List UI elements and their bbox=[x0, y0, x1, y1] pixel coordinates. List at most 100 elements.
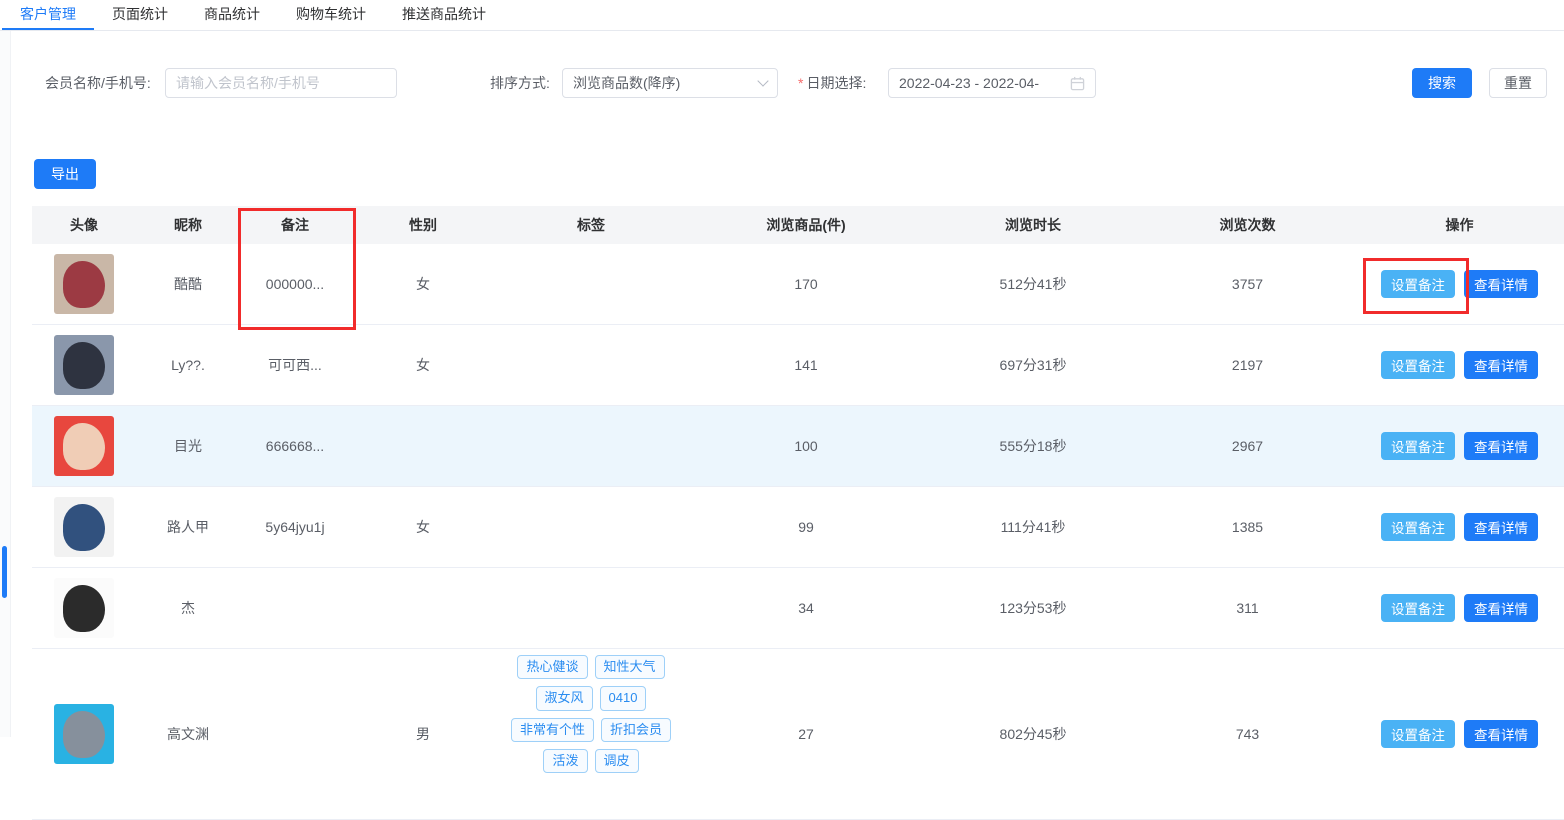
remark-cell: 5y64jyu1j bbox=[265, 519, 325, 535]
scrollbar-thumb[interactable] bbox=[2, 546, 7, 598]
member-name-label: 会员名称/手机号: bbox=[45, 75, 151, 91]
chevron-down-icon bbox=[757, 75, 769, 87]
avatar-image bbox=[63, 423, 105, 470]
avatar-image bbox=[63, 585, 105, 632]
view-duration-cell: 111分41秒 bbox=[1000, 519, 1066, 535]
viewed-items-cell: 100 bbox=[794, 438, 818, 454]
avatar-image bbox=[63, 342, 105, 389]
actions-cell: 设置备注 查看详情 bbox=[1355, 325, 1564, 405]
remark-cell: 可可西... bbox=[268, 357, 322, 373]
viewed-items-cell: 34 bbox=[798, 600, 814, 616]
column-header-9: 操作 bbox=[1445, 217, 1474, 233]
viewed-items-cell: 141 bbox=[794, 357, 818, 373]
tab-bar: 客户管理 页面统计 商品统计 购物车统计 推送商品统计 bbox=[0, 0, 1564, 31]
date-range-value: 2022-04-23 - 2022-04- bbox=[899, 75, 1040, 91]
set-remark-button[interactable]: 设置备注 bbox=[1381, 270, 1455, 298]
tag: 知性大气 bbox=[594, 655, 665, 680]
view-detail-button[interactable]: 查看详情 bbox=[1464, 513, 1538, 541]
tag: 活泼 bbox=[543, 748, 588, 773]
column-header-6: 浏览商品(件) bbox=[766, 217, 846, 233]
nickname-cell: 路人甲 bbox=[167, 519, 209, 535]
export-button[interactable]: 导出 bbox=[34, 159, 96, 189]
left-sidebar-strip bbox=[0, 31, 11, 737]
avatar bbox=[54, 335, 114, 395]
date-label: * 日期选择: bbox=[798, 75, 867, 91]
gender-cell: 女 bbox=[416, 276, 430, 292]
sort-label: 排序方式: bbox=[490, 75, 550, 91]
tag: 折扣会员 bbox=[601, 717, 672, 742]
view-duration-cell: 802分45秒 bbox=[999, 726, 1067, 742]
nickname-cell: 目光 bbox=[174, 438, 202, 454]
avatar bbox=[54, 704, 114, 764]
view-count-cell: 2197 bbox=[1231, 357, 1264, 373]
view-duration-cell: 697分31秒 bbox=[999, 357, 1067, 373]
view-duration-cell: 555分18秒 bbox=[999, 438, 1067, 454]
nickname-cell: 高文渊 bbox=[167, 726, 209, 742]
tab-3[interactable]: 商品统计 bbox=[186, 0, 278, 30]
customer-table: 头像 昵称 备注 性别 标签 浏览商品(件) 浏览时长 浏览次数 操作 酷酷 000000...… bbox=[32, 206, 1564, 820]
tags-cell: 热心健谈 知性大气 淑女风 0410 非常有个性 折扣会员 活泼 调皮 bbox=[505, 655, 677, 773]
avatar-image bbox=[63, 711, 105, 758]
actions-cell: 设置备注 查看详情 bbox=[1355, 487, 1564, 567]
set-remark-button[interactable]: 设置备注 bbox=[1381, 594, 1455, 622]
nickname-cell: 杰 bbox=[181, 600, 195, 616]
view-duration-cell: 123分53秒 bbox=[999, 600, 1067, 616]
table-body: 酷酷 000000... 女 170 512分41秒 3757 设置备注 查看详… bbox=[32, 244, 1564, 820]
view-detail-button[interactable]: 查看详情 bbox=[1464, 432, 1538, 460]
set-remark-button[interactable]: 设置备注 bbox=[1381, 513, 1455, 541]
table-row: 酷酷 000000... 女 170 512分41秒 3757 设置备注 查看详… bbox=[32, 244, 1564, 325]
view-count-cell: 3757 bbox=[1231, 276, 1264, 292]
set-remark-button[interactable]: 设置备注 bbox=[1381, 351, 1455, 379]
view-count-cell: 2967 bbox=[1231, 438, 1264, 454]
search-button[interactable]: 搜索 bbox=[1412, 68, 1472, 98]
view-detail-button[interactable]: 查看详情 bbox=[1464, 270, 1538, 298]
avatar-image bbox=[63, 261, 105, 308]
tag: 非常有个性 bbox=[510, 717, 594, 742]
avatar bbox=[54, 254, 114, 314]
table-row: 目光 666668... 100 555分18秒 2967 设置备注 查看详情 bbox=[32, 406, 1564, 487]
tag: 调皮 bbox=[594, 748, 639, 773]
column-header-8: 浏览次数 bbox=[1219, 217, 1276, 233]
sort-select[interactable]: 浏览商品数(降序) bbox=[562, 68, 778, 98]
view-detail-button[interactable]: 查看详情 bbox=[1464, 720, 1538, 748]
tag: 淑女风 bbox=[535, 686, 593, 711]
column-header-5: 标签 bbox=[577, 217, 605, 233]
gender-cell: 女 bbox=[416, 519, 430, 535]
actions-cell: 设置备注 查看详情 bbox=[1355, 244, 1564, 324]
tab-1[interactable]: 客户管理 bbox=[2, 0, 94, 30]
tab-4[interactable]: 购物车统计 bbox=[278, 0, 384, 30]
calendar-icon bbox=[1070, 76, 1085, 90]
view-detail-button[interactable]: 查看详情 bbox=[1464, 351, 1538, 379]
remark-cell bbox=[240, 568, 350, 648]
table-row: 高文渊 男 热心健谈 知性大气 淑女风 0410 非常有个性 折扣会员 活泼 调皮 27 80… bbox=[32, 649, 1564, 820]
actions-cell: 设置备注 查看详情 bbox=[1355, 568, 1564, 648]
remark-cell: 666668... bbox=[265, 438, 325, 454]
remark-cell bbox=[240, 649, 350, 819]
set-remark-button[interactable]: 设置备注 bbox=[1381, 432, 1455, 460]
column-header-2: 昵称 bbox=[174, 217, 202, 233]
set-remark-button[interactable]: 设置备注 bbox=[1381, 720, 1455, 748]
required-asterisk: * bbox=[798, 75, 804, 91]
table-header-row: 头像 昵称 备注 性别 标签 浏览商品(件) 浏览时长 浏览次数 操作 bbox=[32, 206, 1564, 244]
avatar-image bbox=[63, 504, 105, 551]
gender-cell bbox=[350, 406, 496, 486]
view-detail-button[interactable]: 查看详情 bbox=[1464, 594, 1538, 622]
sort-select-value: 浏览商品数(降序) bbox=[573, 75, 681, 91]
gender-cell: 男 bbox=[416, 726, 430, 742]
viewed-items-cell: 170 bbox=[794, 276, 818, 292]
table-row: 杰 34 123分53秒 311 设置备注 查看详情 bbox=[32, 568, 1564, 649]
reset-button[interactable]: 重置 bbox=[1489, 68, 1547, 98]
view-count-cell: 743 bbox=[1235, 726, 1260, 742]
view-duration-cell: 512分41秒 bbox=[999, 276, 1067, 292]
tab-5[interactable]: 推送商品统计 bbox=[384, 0, 504, 30]
actions-cell: 设置备注 查看详情 bbox=[1355, 649, 1564, 819]
tab-2[interactable]: 页面统计 bbox=[94, 0, 186, 30]
actions-cell: 设置备注 查看详情 bbox=[1355, 406, 1564, 486]
viewed-items-cell: 27 bbox=[798, 726, 814, 742]
member-name-input[interactable] bbox=[165, 68, 397, 98]
gender-cell: 女 bbox=[416, 357, 430, 373]
nickname-cell: Ly??. bbox=[171, 357, 205, 373]
remark-cell: 000000... bbox=[265, 276, 325, 292]
view-count-cell: 311 bbox=[1236, 600, 1259, 616]
date-range-input[interactable]: 2022-04-23 - 2022-04- bbox=[888, 68, 1096, 98]
